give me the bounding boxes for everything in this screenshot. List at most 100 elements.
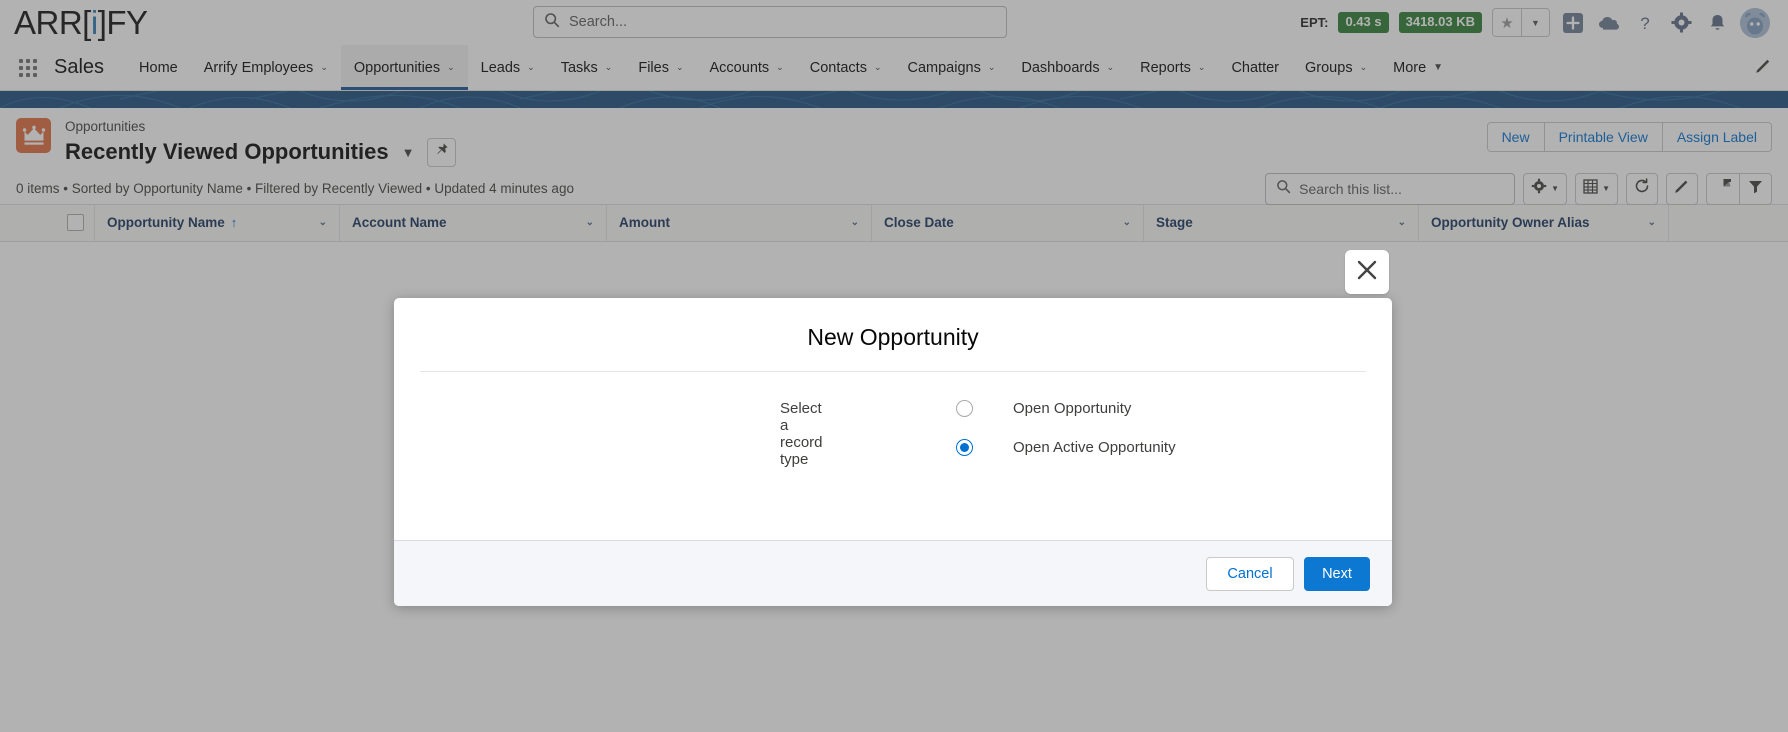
chevron-down-icon[interactable]: ⌄: [605, 62, 613, 73]
chevron-down-icon[interactable]: ⌄: [1360, 62, 1368, 73]
list-view-controls-button[interactable]: ▼: [1523, 173, 1567, 205]
plus-icon[interactable]: [1560, 10, 1586, 36]
column-header-close-date[interactable]: Close Date ⌄: [872, 205, 1144, 241]
nav-label: Tasks: [561, 60, 598, 76]
nav-item-dashboards[interactable]: Dashboards ⌄: [1008, 45, 1127, 90]
column-header-opportunity-owner-alias[interactable]: Opportunity Owner Alias ⌄: [1419, 205, 1669, 241]
nav-item-arrify-employees[interactable]: Arrify Employees ⌄: [191, 45, 341, 90]
chevron-down-icon[interactable]: ▼: [1521, 9, 1549, 36]
pin-list-view-button[interactable]: [427, 138, 456, 167]
nav-label: Groups: [1305, 60, 1353, 76]
nav-item-reports[interactable]: Reports ⌄: [1127, 45, 1218, 90]
column-header-stage[interactable]: Stage ⌄: [1144, 205, 1419, 241]
chevron-down-icon[interactable]: ⌄: [874, 62, 882, 73]
question-mark-icon[interactable]: ?: [1632, 10, 1658, 36]
favorites-control[interactable]: ★ ▼: [1492, 8, 1550, 37]
global-header-actions: EPT: 0.43 s 3418.03 KB ★ ▼ ?: [1300, 8, 1774, 38]
chevron-down-icon[interactable]: ▼: [402, 145, 415, 160]
printable-view-button[interactable]: Printable View: [1544, 123, 1662, 151]
select-all-column[interactable]: [0, 205, 95, 241]
refresh-button[interactable]: [1626, 173, 1658, 205]
nav-item-leads[interactable]: Leads ⌄: [468, 45, 548, 90]
logo-text-accent: i: [91, 4, 98, 41]
chevron-down-icon: ▼: [1551, 184, 1559, 193]
edit-navigation-button[interactable]: [1739, 45, 1788, 90]
column-label: Account Name: [352, 215, 447, 230]
nav-item-tasks[interactable]: Tasks ⌄: [548, 45, 626, 90]
nav-item-files[interactable]: Files ⌄: [625, 45, 696, 90]
column-header-account-name[interactable]: Account Name ⌄: [340, 205, 607, 241]
assign-label-button[interactable]: Assign Label: [1662, 123, 1771, 151]
charts-button[interactable]: [1707, 174, 1739, 204]
star-icon[interactable]: ★: [1493, 9, 1521, 36]
new-button[interactable]: New: [1488, 123, 1544, 151]
chevron-down-icon[interactable]: ⌄: [988, 62, 996, 73]
nav-item-contacts[interactable]: Contacts ⌄: [797, 45, 895, 90]
nav-item-opportunities[interactable]: Opportunities ⌄: [341, 45, 468, 90]
nav-item-groups[interactable]: Groups ⌄: [1292, 45, 1380, 90]
chevron-down-icon[interactable]: ⌄: [1113, 217, 1131, 228]
column-header-opportunity-name[interactable]: Opportunity Name ↑ ⌄: [95, 205, 340, 241]
chevron-down-icon[interactable]: ⌄: [1388, 217, 1406, 228]
pencil-icon: [1674, 178, 1690, 199]
cancel-button[interactable]: Cancel: [1206, 557, 1294, 591]
chevron-down-icon[interactable]: ⌄: [776, 62, 784, 73]
chevron-down-icon: ▼: [1602, 184, 1610, 193]
radio-open-active-opportunity[interactable]: [956, 439, 973, 456]
page-header-titles: Opportunities Recently Viewed Opportunit…: [65, 118, 456, 167]
chevron-down-icon[interactable]: ⌄: [320, 62, 328, 73]
global-search-box[interactable]: Search...: [533, 6, 1007, 38]
chevron-down-icon[interactable]: ⌄: [1107, 62, 1115, 73]
list-table-header: Opportunity Name ↑ ⌄ Account Name ⌄ Amou…: [0, 204, 1788, 242]
chevron-down-icon[interactable]: ⌄: [309, 217, 327, 228]
bell-icon[interactable]: [1704, 10, 1730, 36]
chevron-down-icon[interactable]: ⌄: [1198, 62, 1206, 73]
nav-item-campaigns[interactable]: Campaigns ⌄: [895, 45, 1009, 90]
crown-icon: [16, 118, 51, 153]
radio-open-opportunity[interactable]: [956, 400, 973, 417]
filters-button[interactable]: [1739, 174, 1771, 204]
waffle-icon: [19, 59, 37, 77]
table-icon: [1583, 179, 1598, 199]
sort-ascending-icon: ↑: [231, 215, 238, 230]
chevron-down-icon[interactable]: ⌄: [576, 217, 594, 228]
column-header-amount[interactable]: Amount ⌄: [607, 205, 872, 241]
search-icon: [1276, 179, 1291, 199]
record-type-option-open-opportunity[interactable]: Open Opportunity: [956, 400, 1176, 417]
column-label: Amount: [619, 215, 670, 230]
nav-item-accounts[interactable]: Accounts ⌄: [697, 45, 797, 90]
gear-icon[interactable]: [1668, 10, 1694, 36]
chevron-down-icon[interactable]: ⌄: [447, 62, 455, 73]
edit-list-button[interactable]: [1666, 173, 1698, 205]
column-label: Close Date: [884, 215, 954, 230]
close-modal-button[interactable]: [1345, 250, 1389, 294]
nav-label: Reports: [1140, 60, 1191, 76]
record-type-section: Select a record type Open Opportunity Op…: [420, 400, 1366, 468]
modal-body: Select a record type Open Opportunity Op…: [394, 372, 1392, 540]
list-view-toolbar: 0 items • Sorted by Opportunity Name • F…: [0, 167, 1788, 204]
select-all-checkbox[interactable]: [67, 214, 84, 231]
search-list-input[interactable]: Search this list...: [1265, 173, 1515, 205]
nav-item-home[interactable]: Home: [126, 45, 191, 90]
page-header-actions: New Printable View Assign Label: [1487, 122, 1772, 152]
current-app-name[interactable]: Sales: [46, 45, 126, 90]
chevron-down-icon[interactable]: ⌄: [1638, 217, 1656, 228]
nav-label: Campaigns: [908, 60, 981, 76]
chevron-down-icon[interactable]: ⌄: [527, 62, 535, 73]
next-button[interactable]: Next: [1304, 557, 1370, 591]
cloud-icon[interactable]: [1596, 10, 1622, 36]
chevron-down-icon[interactable]: ⌄: [841, 217, 859, 228]
app-launcher-button[interactable]: [10, 45, 46, 90]
nav-item-chatter[interactable]: Chatter: [1218, 45, 1292, 90]
app-logo[interactable]: ARR[i]FY: [14, 6, 148, 39]
user-avatar[interactable]: [1740, 8, 1770, 38]
breadcrumb: Opportunities: [65, 118, 456, 137]
column-label: Stage: [1156, 215, 1193, 230]
logo-text-part2: ]FY: [98, 4, 148, 41]
record-type-options: Open Opportunity Open Active Opportunity: [780, 400, 1176, 456]
record-type-option-open-active-opportunity[interactable]: Open Active Opportunity: [956, 439, 1176, 456]
nav-item-more[interactable]: More ▼: [1380, 45, 1456, 90]
chevron-down-icon[interactable]: ⌄: [676, 62, 684, 73]
display-as-button[interactable]: ▼: [1575, 173, 1618, 205]
triangle-down-icon[interactable]: ▼: [1433, 62, 1443, 73]
